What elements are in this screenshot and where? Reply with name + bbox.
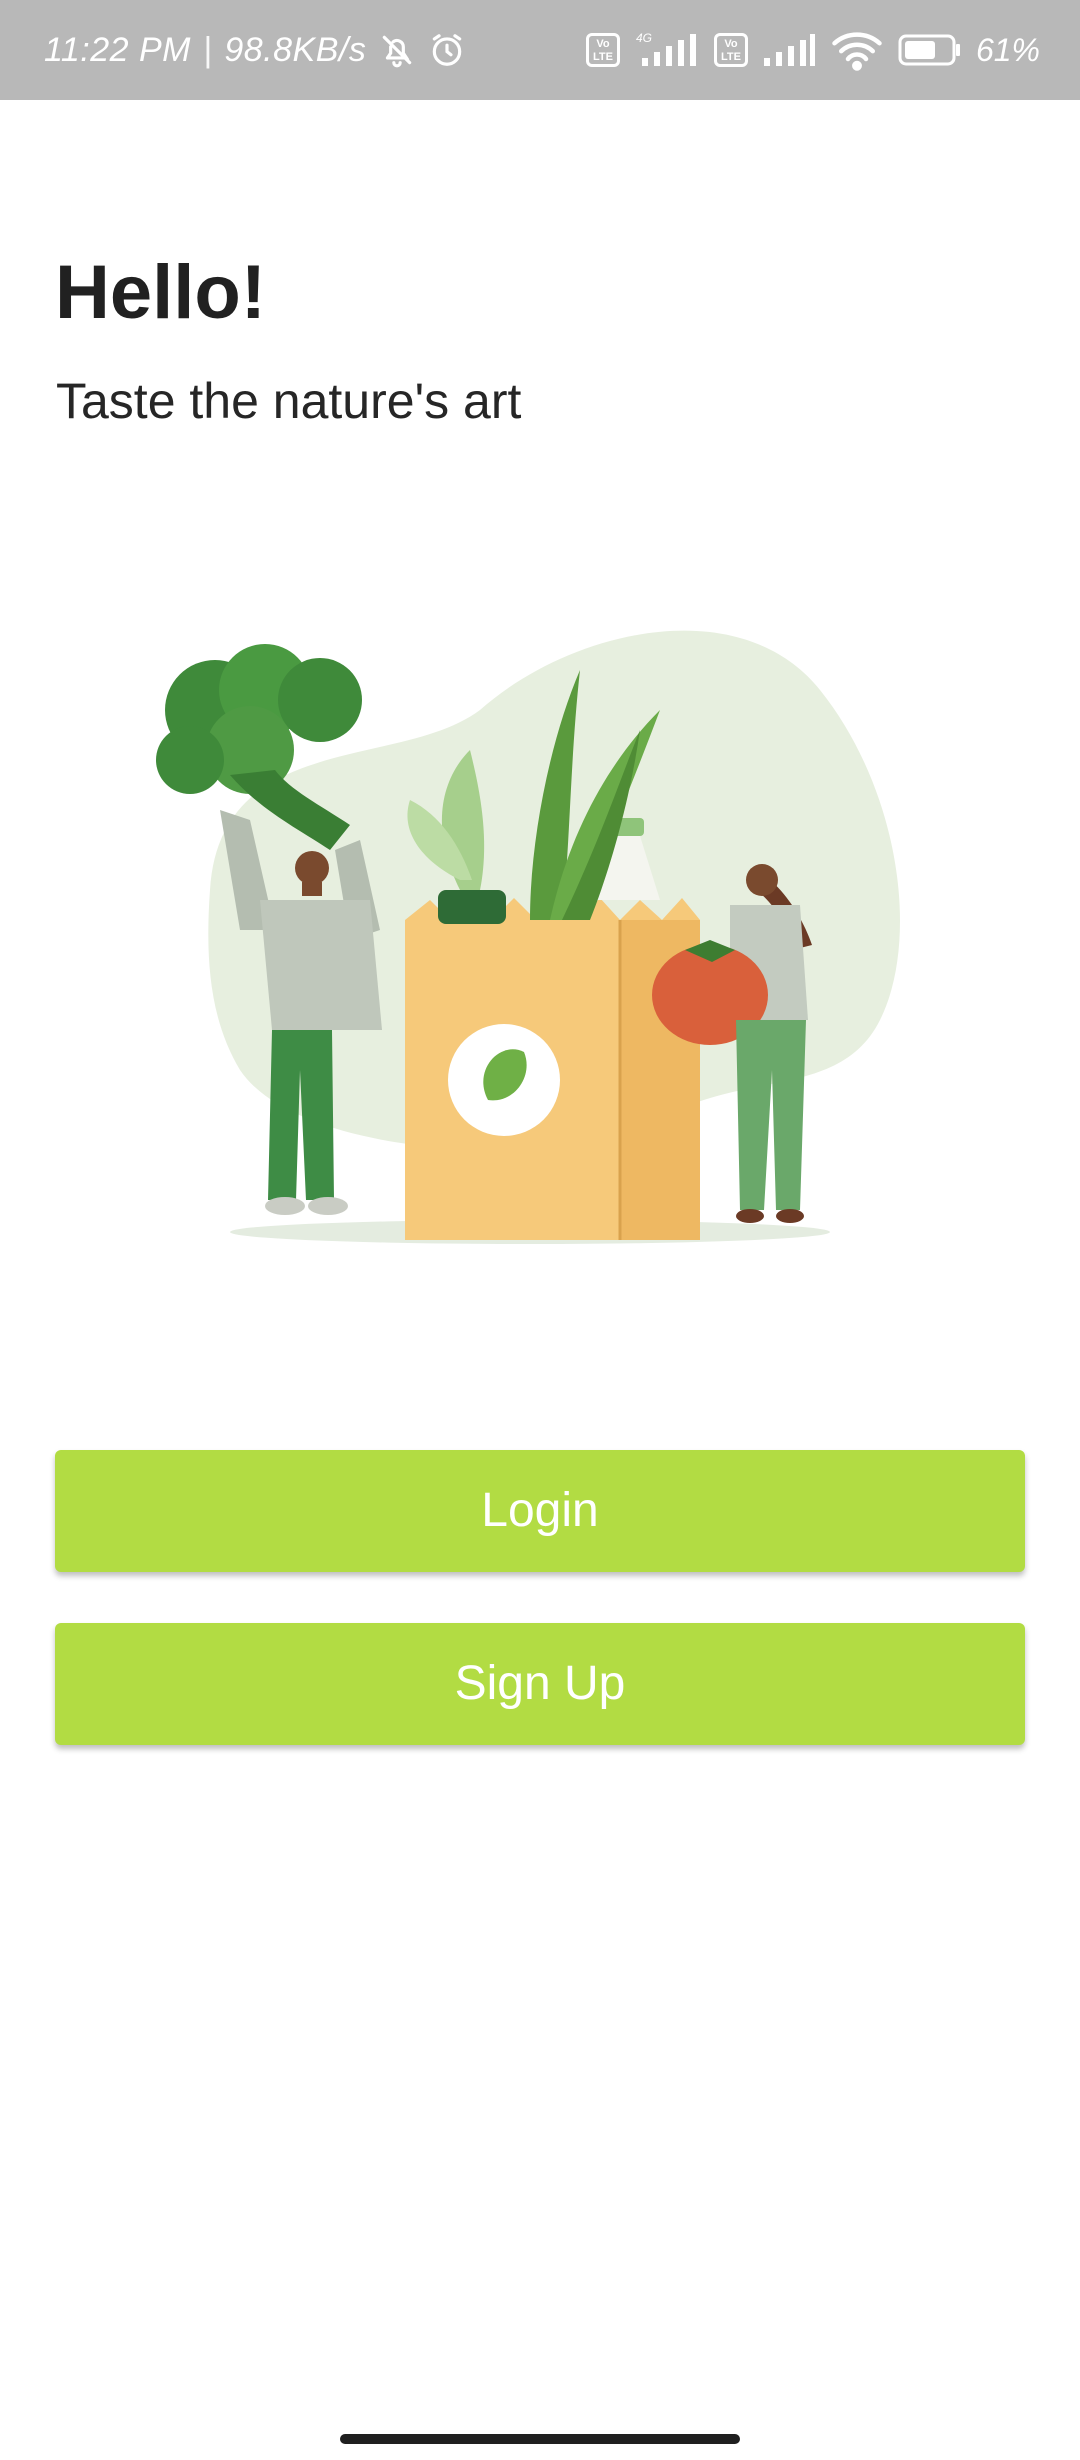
- home-indicator[interactable]: [340, 2434, 740, 2444]
- signup-button[interactable]: Sign Up: [55, 1623, 1025, 1745]
- status-bar: 11:22 PM | 98.8KB/s Vo LTE 4G Vo LTE 61%: [0, 0, 1080, 100]
- battery-level: 61%: [975, 31, 1040, 68]
- signal-4g-icon: 4G: [634, 30, 700, 70]
- status-right: Vo LTE 4G Vo LTE 61%: [585, 0, 1040, 100]
- status-time: 11:22 PM: [44, 30, 192, 69]
- signal-icon: [762, 30, 816, 70]
- grocery-illustration: [100, 600, 980, 1380]
- wifi-icon: [830, 29, 884, 71]
- battery-icon: [898, 33, 962, 67]
- network-type-label: 4G: [636, 31, 652, 45]
- bell-off-icon: [378, 31, 416, 69]
- network-speed: 98.8KB/s: [224, 30, 367, 69]
- status-left: 11:22 PM | 98.8KB/s: [44, 0, 466, 100]
- volte-icon: Vo LTE: [585, 33, 620, 67]
- status-separator: |: [203, 30, 213, 69]
- alarm-icon: [428, 31, 466, 69]
- login-button[interactable]: Login: [55, 1450, 1025, 1572]
- tagline: Taste the nature's art: [56, 373, 522, 429]
- volte-icon-2: Vo LTE: [713, 33, 748, 67]
- greeting-title: Hello!: [55, 250, 267, 335]
